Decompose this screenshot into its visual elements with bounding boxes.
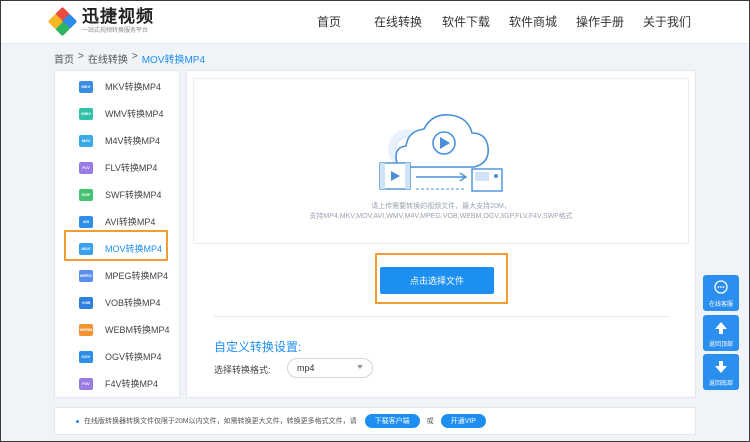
webm-file-icon: WEBM [79,323,93,336]
nav-home[interactable]: 首页 [317,0,341,44]
notice-or: 或 [426,418,434,425]
sidebar-item-ogv[interactable]: OGV OGV转换MP4 [55,343,179,370]
sidebar-item-wmv[interactable]: WMV WMV转换MP4 [55,100,179,127]
flv-file-icon: FLV [79,161,93,174]
logo-name: 迅捷视频 [82,7,154,26]
upload-hint-line2: 支持MP4,MKV,MOV,AVI,WMV,M4V,MPEG,VOB,WEBM,… [309,213,573,220]
sidebar-item-vob[interactable]: VOB VOB转换MP4 [55,289,179,316]
swf-file-icon: SWF [79,188,93,201]
sidebar-item-flv[interactable]: FLV FLV转换MP4 [55,154,179,181]
sidebar-item-label: M4V转换MP4 [105,136,161,146]
logo-icon [47,6,78,36]
sidebar-item-label: F4V转换MP4 [105,379,159,389]
mkv-file-icon: MKV [79,80,93,93]
sidebar-item-m4v[interactable]: M4V M4V转换MP4 [55,127,179,154]
sidebar-item-webm[interactable]: WEBM WEBM转换MP4 [55,316,179,343]
choose-file-button[interactable]: 点击选择文件 [380,267,494,294]
sidebar-item-mpeg[interactable]: MPEG MPEG转换MP4 [55,262,179,289]
site-header: 迅捷视频 一站式视频转换服务平台 首页 在线转换 软件下载 软件商城 操作手册 … [0,0,750,44]
back-to-bottom-button[interactable]: 返回底部 [703,354,739,390]
logo-subtitle: 一站式视频转换服务平台 [82,28,149,34]
back-to-top-button[interactable]: 返回顶部 [703,315,739,351]
nav-software-download[interactable]: 软件下载 [442,0,490,44]
mov-file-icon: MOV [79,242,93,255]
format-sidebar: MKV MKV转换MP4 WMV WMV转换MP4 M4V M4V转换MP4 F… [54,70,180,398]
ogv-file-icon: OGV [79,350,93,363]
upload-hint-line1: 请上传需要转换的视频文件，最大支持20M， [371,203,511,210]
format-label: 选择转换格式: [214,365,271,375]
nav-software-store[interactable]: 软件商城 [509,0,557,44]
section-divider [214,316,668,317]
site-logo[interactable]: 迅捷视频 一站式视频转换服务平台 [47,6,154,36]
settings-title: 自定义转换设置: [214,340,302,354]
vob-file-icon: VOB [79,296,93,309]
mpeg-file-icon: MPEG [79,269,93,282]
breadcrumb-separator: > [78,51,84,62]
nav-about[interactable]: 关于我们 [643,0,691,44]
open-vip-button[interactable]: 开通VIP [440,414,486,428]
download-client-button[interactable]: 下载客户端 [364,414,420,428]
wmv-file-icon: WMV [79,107,93,120]
upload-hint: 请上传需要转换的视频文件，最大支持20M， 支持MP4,MKV,MOV,AVI,… [193,202,689,222]
f4v-file-icon: F4V [79,377,93,390]
sidebar-item-label: FLV转换MP4 [105,163,158,173]
sidebar-item-label: SWF转换MP4 [105,190,162,200]
sidebar-item-label: OGV转换MP4 [105,352,162,362]
online-service-label: 在线客服 [708,302,733,308]
m4v-file-icon: M4V [79,134,93,147]
sidebar-item-label: VOB转换MP4 [105,298,161,308]
sidebar-item-mkv[interactable]: MKV MKV转换MP4 [55,73,179,100]
nav-online-convert[interactable]: 在线转换 [374,0,422,44]
sidebar-item-swf[interactable]: SWF SWF转换MP4 [55,181,179,208]
bullet-icon [76,419,79,423]
sidebar-item-label: MOV转换MP4 [105,244,163,254]
breadcrumb-home[interactable]: 首页 [54,51,74,66]
arrow-up-icon [715,322,727,334]
sidebar-item-label: WEBM转换MP4 [105,325,170,335]
sidebar-item-mov[interactable]: MOV MOV转换MP4 [55,235,179,262]
format-select[interactable]: mp4 [287,358,373,378]
arrow-down-icon [715,361,727,373]
avi-file-icon: AVI [79,215,93,228]
notice-text: 在线版转换器转换文件仅限于20M以内文件，如需转换更大文件，转换更多格式文件，请 [84,418,357,425]
sidebar-item-label: AVI转换MP4 [105,217,156,227]
sidebar-item-avi[interactable]: AVI AVI转换MP4 [55,208,179,235]
limit-notice: 在线版转换器转换文件仅限于20M以内文件，如需转换更大文件，转换更多格式文件，请… [54,407,696,435]
sidebar-item-f4v[interactable]: F4V F4V转换MP4 [55,370,179,397]
back-to-bottom-label: 返回底部 [708,381,733,387]
back-to-top-label: 返回顶部 [708,342,733,348]
breadcrumb-section[interactable]: 在线转换 [88,51,128,66]
format-select-value: mp4 [297,363,315,373]
sidebar-item-label: WMV转换MP4 [105,109,164,119]
chat-icon [714,280,728,294]
sidebar-item-label: MPEG转换MP4 [105,271,169,281]
nav-manual[interactable]: 操作手册 [576,0,624,44]
online-service-button[interactable]: 在线客服 [703,275,739,311]
breadcrumb-current: MOV转换MP4 [141,55,206,66]
breadcrumb: 首页 > 在线转换 > MOV转换MP4 [54,51,205,66]
sidebar-item-label: MKV转换MP4 [105,82,162,92]
chevron-down-icon [357,365,363,369]
cloud-video-upload-icon [379,113,503,192]
breadcrumb-separator: > [131,51,138,62]
